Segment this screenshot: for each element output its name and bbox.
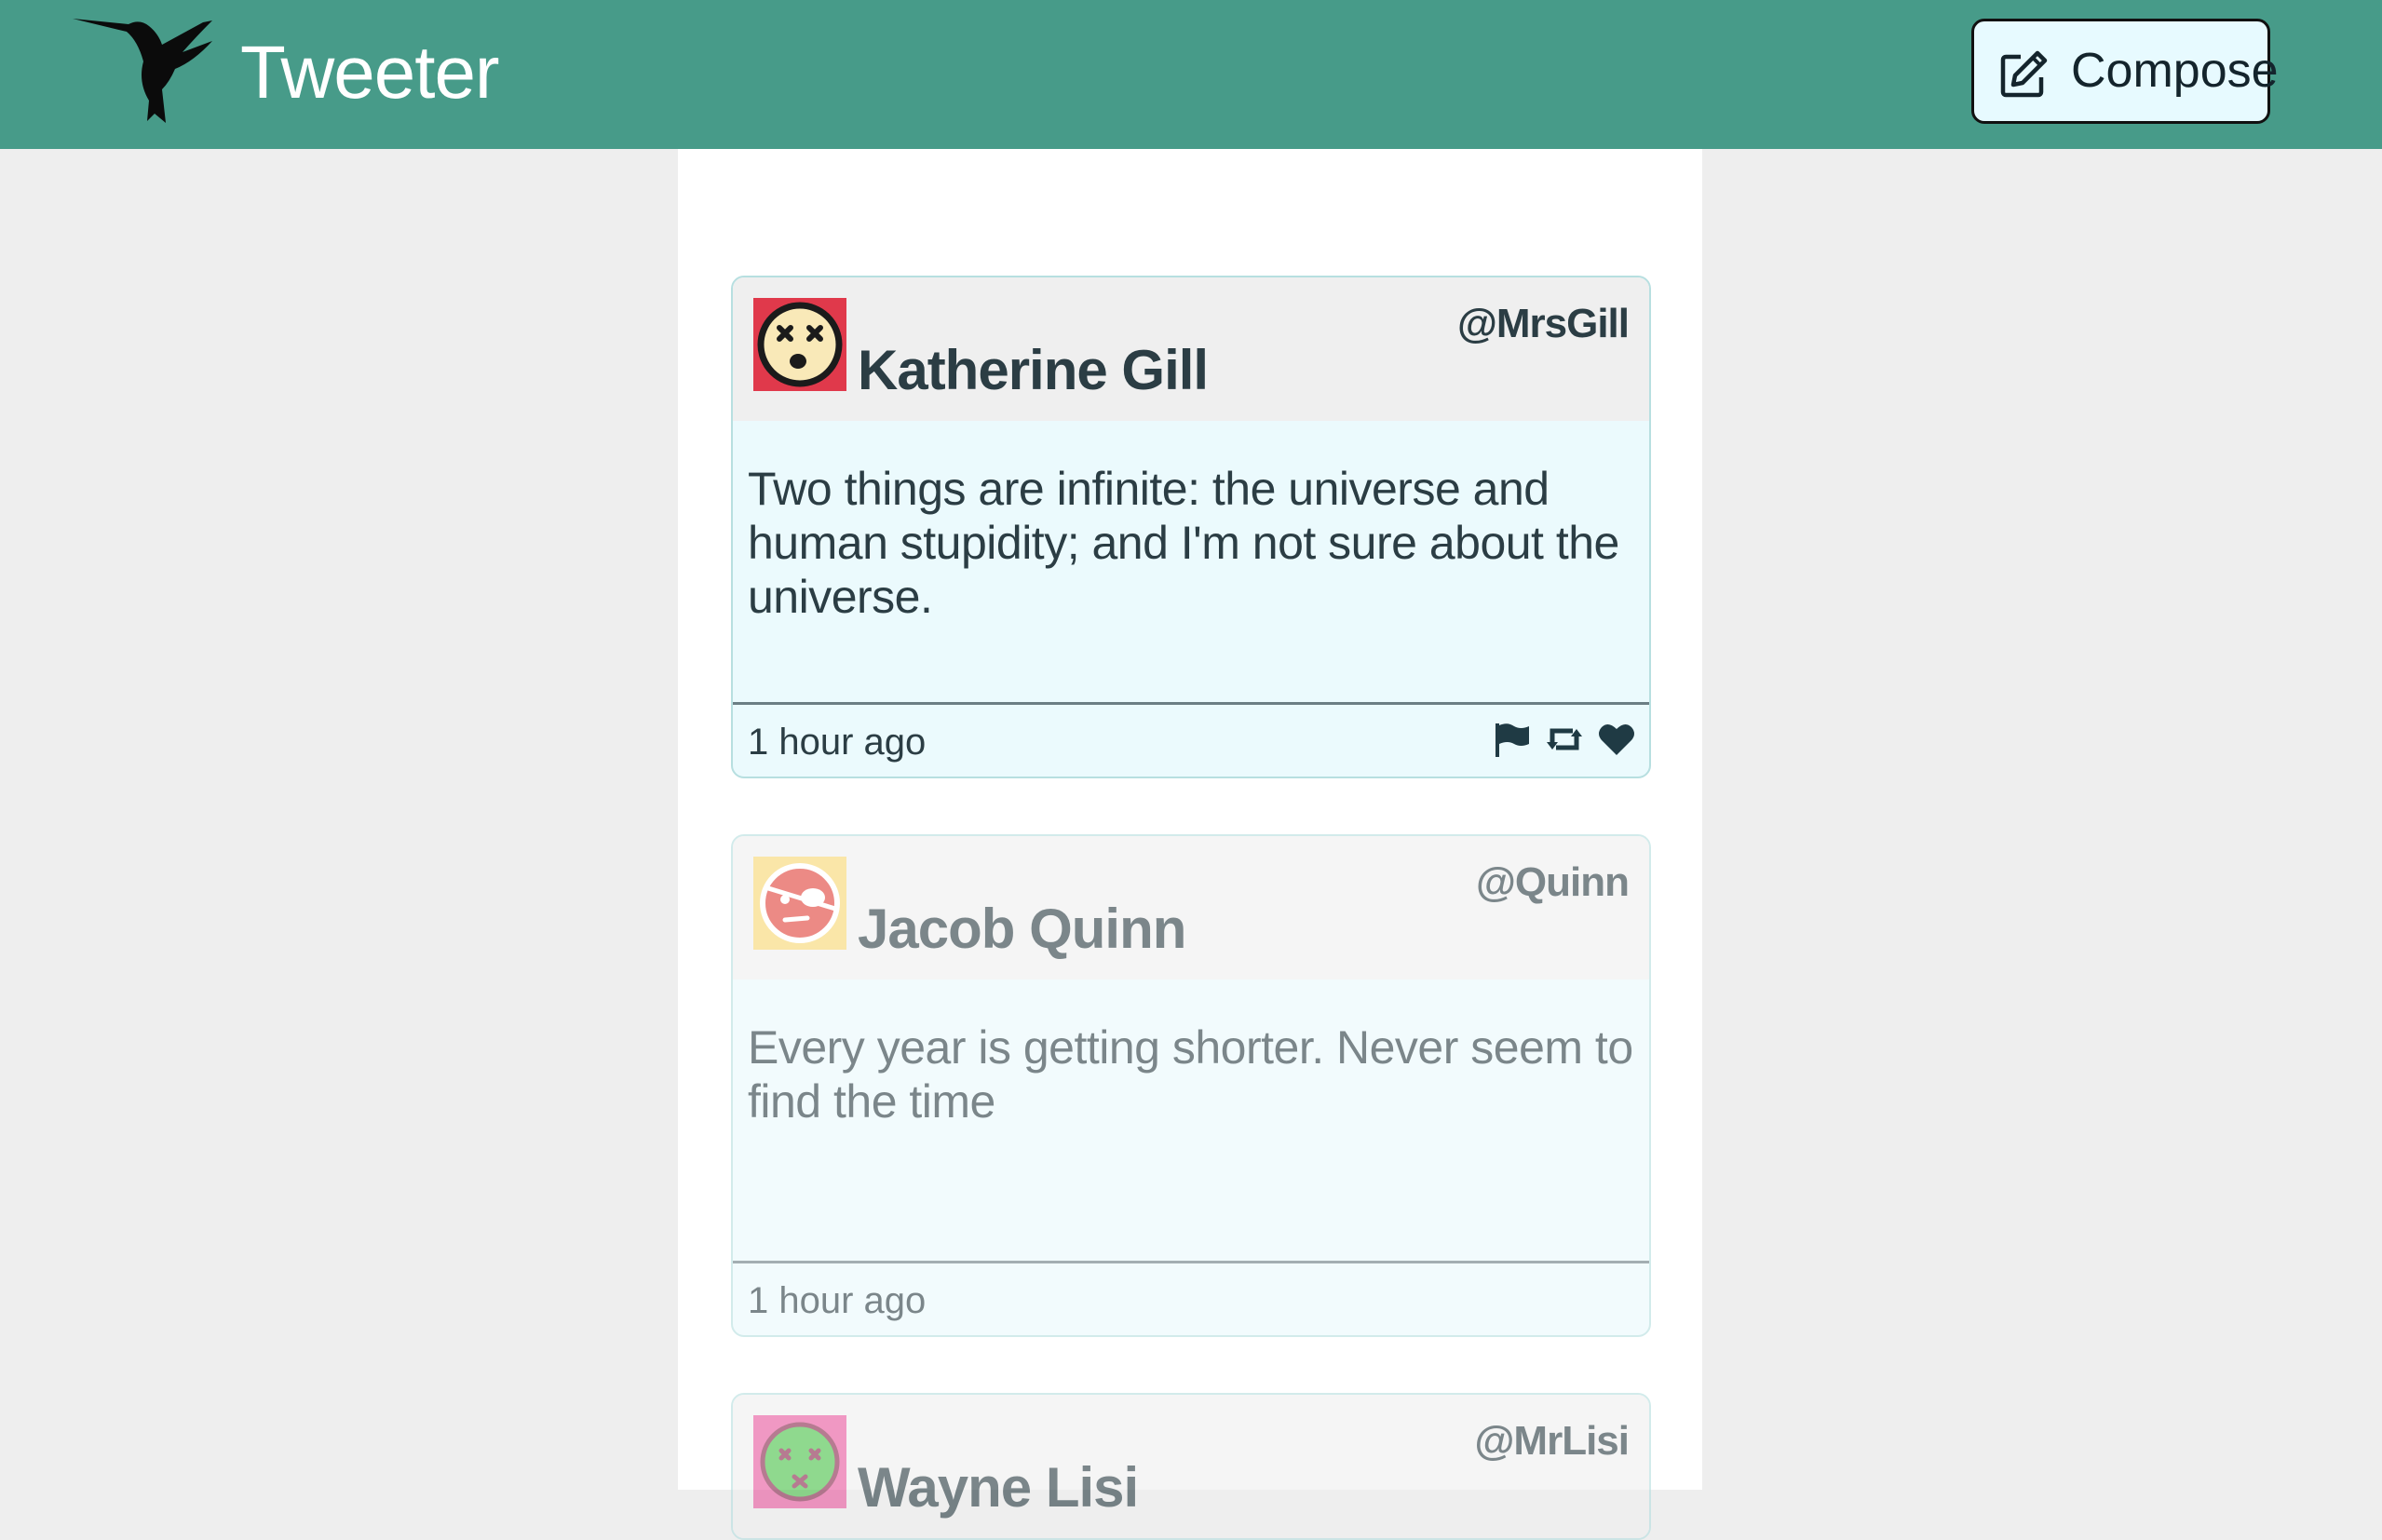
sick-face-icon[interactable]: [753, 1415, 846, 1508]
tweet-timestamp: 1 hour ago: [748, 722, 927, 763]
author-name: Wayne Lisi: [858, 1456, 1139, 1519]
tweet-timestamp: 1 hour ago: [748, 1280, 927, 1321]
tweet-header: Jacob Quinn @Quinn: [733, 836, 1649, 979]
tweet-text: Two things are infinite: the universe an…: [748, 463, 1619, 623]
edit-icon: [2000, 50, 2048, 98]
author-name: Katherine Gill: [858, 339, 1209, 401]
author-handle[interactable]: @MrLisi: [1475, 1415, 1630, 1467]
retweet-icon[interactable]: [1545, 720, 1584, 759]
tweet-card: Wayne Lisi @MrLisi: [731, 1393, 1651, 1540]
pirate-face-icon[interactable]: [753, 857, 846, 950]
heart-icon[interactable]: [1597, 720, 1636, 759]
top-navbar: Tweeter Compose: [0, 0, 2382, 149]
tweet-card: Jacob Quinn @Quinn Every year is getting…: [731, 834, 1651, 1337]
tweet-header: Katherine Gill @MrsGill: [733, 277, 1649, 421]
dizzy-face-icon[interactable]: [753, 298, 846, 391]
compose-button-label: Compose: [2071, 44, 2279, 98]
hummingbird-logo-icon: [73, 19, 212, 123]
author-handle[interactable]: @MrsGill: [1457, 298, 1630, 350]
tweet-actions: [1493, 720, 1636, 759]
compose-button[interactable]: Compose: [1971, 19, 2279, 124]
tweet-footer: 1 hour ago: [733, 1261, 1649, 1335]
author-handle[interactable]: @Quinn: [1476, 857, 1630, 909]
tweet-card: Katherine Gill @MrsGill Two things are i…: [731, 276, 1651, 778]
tweet-feed: Katherine Gill @MrsGill Two things are i…: [678, 149, 1702, 1540]
tweet-footer: 1 hour ago: [733, 702, 1649, 777]
tweet-text: Every year is getting shorter. Never see…: [748, 1021, 1633, 1128]
flag-icon[interactable]: [1493, 720, 1532, 759]
tweet-header: Wayne Lisi @MrLisi: [733, 1395, 1649, 1538]
app-title[interactable]: Tweeter: [240, 26, 500, 119]
author-name: Jacob Quinn: [858, 898, 1186, 960]
